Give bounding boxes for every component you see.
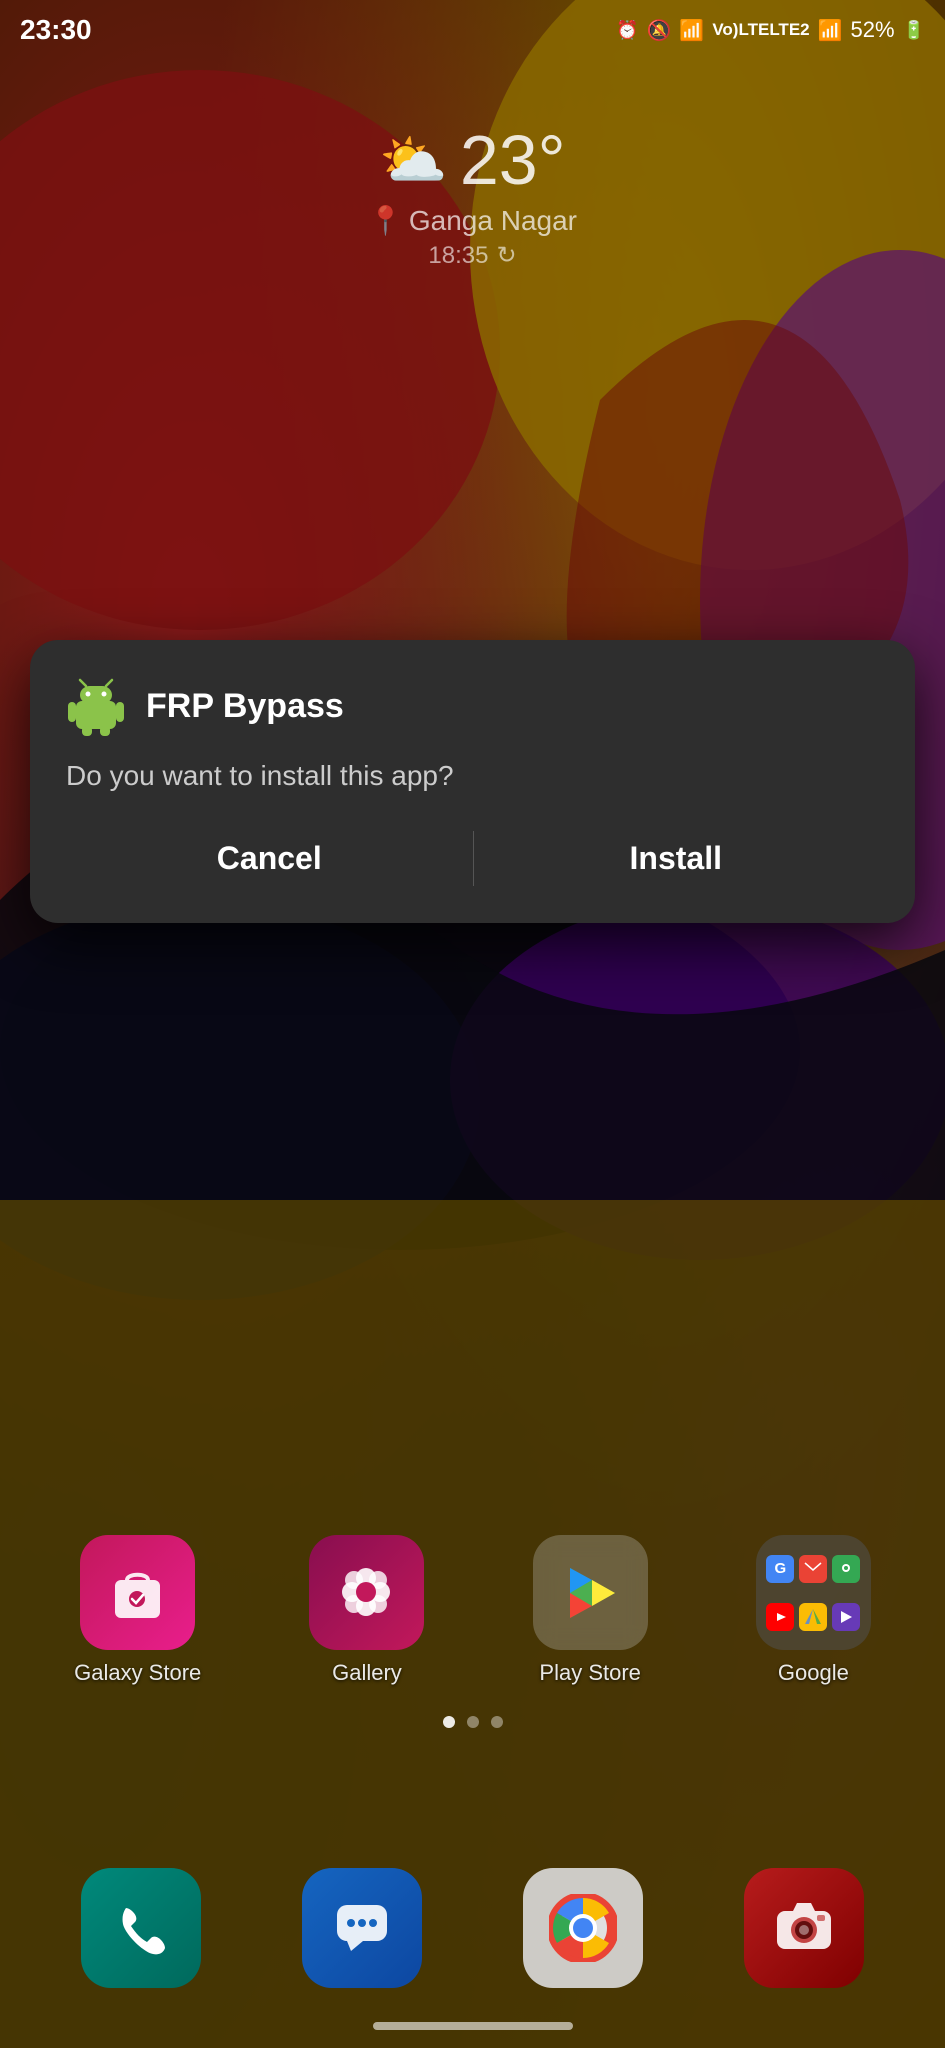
- youtube-icon: [766, 1603, 794, 1631]
- weather-row: ⛅ 23°: [379, 120, 565, 200]
- camera-icon: [744, 1868, 864, 1988]
- page-dot-1: [443, 1716, 455, 1728]
- page-dot-3: [491, 1716, 503, 1728]
- weather-temperature: 23°: [460, 120, 566, 200]
- google-folder-icon: G: [756, 1535, 871, 1650]
- cancel-button[interactable]: Cancel: [66, 824, 473, 893]
- play-store-icon: [533, 1535, 648, 1650]
- maps-icon: [832, 1555, 860, 1583]
- dialog-header: FRP Bypass: [66, 676, 879, 736]
- status-bar: 23:30 ⏰ 🔕 📶 Vo)LTELTE2 📶 52% 🔋: [0, 0, 945, 60]
- weather-widget: ⛅ 23° 📍 Ganga Nagar 18:35 ↻: [0, 120, 945, 270]
- messages-icon: [302, 1868, 422, 1988]
- page-indicators: [20, 1716, 925, 1728]
- messages-dock-item[interactable]: [302, 1868, 422, 1988]
- play-store-triangle-icon: [555, 1558, 625, 1628]
- google-g-icon: G: [766, 1555, 794, 1583]
- galaxy-store-icon: [80, 1535, 195, 1650]
- page-dot-2: [467, 1716, 479, 1728]
- weather-refresh-icon: ↻: [496, 241, 516, 270]
- signal-icon: 📶: [818, 18, 843, 43]
- galaxy-store-bag-icon: [105, 1560, 170, 1625]
- status-time: 23:30: [20, 14, 92, 46]
- location-pin-icon: 📍: [368, 204, 403, 237]
- phone-dock-item[interactable]: [81, 1868, 201, 1988]
- dialog-buttons: Cancel Install: [66, 824, 879, 893]
- google-folder-label: Google: [778, 1660, 849, 1686]
- dock: [0, 1868, 945, 1988]
- phone-icon: [81, 1868, 201, 1988]
- install-dialog: FRP Bypass Do you want to install this a…: [30, 640, 915, 923]
- play-store-label: Play Store: [539, 1660, 641, 1686]
- gmail-icon: [799, 1555, 827, 1583]
- mute-icon: 🔕: [647, 18, 672, 43]
- play-store-app[interactable]: Play Store: [533, 1535, 648, 1686]
- chrome-icon: [523, 1868, 643, 1988]
- google-folder-app[interactable]: G: [756, 1535, 871, 1686]
- dialog-app-name: FRP Bypass: [146, 687, 344, 726]
- app-row: Galaxy Store Gallery: [20, 1535, 925, 1686]
- lte-text: Vo)LTELTE2: [712, 20, 809, 40]
- weather-time: 18:35 ↻: [428, 241, 516, 270]
- dialog-divider: [473, 831, 474, 886]
- galaxy-store-label: Galaxy Store: [74, 1660, 201, 1686]
- location-name: Ganga Nagar: [409, 205, 577, 237]
- camera-lens-icon: [773, 1897, 835, 1959]
- wifi-icon: 📶: [679, 18, 704, 43]
- home-bar: [373, 2022, 573, 2030]
- camera-dock-item[interactable]: [744, 1868, 864, 1988]
- google-play-mini-icon: [832, 1603, 860, 1631]
- android-robot-icon: [66, 676, 126, 736]
- chrome-dock-item[interactable]: [523, 1868, 643, 1988]
- galaxy-store-app[interactable]: Galaxy Store: [74, 1535, 201, 1686]
- gallery-icon: [309, 1535, 424, 1650]
- alarm-icon: ⏰: [616, 20, 638, 41]
- battery-text: 52%: [851, 17, 895, 43]
- gallery-label: Gallery: [332, 1660, 402, 1686]
- weather-location: 📍 Ganga Nagar: [368, 204, 577, 237]
- gallery-flower-icon: [334, 1560, 399, 1625]
- phone-handset-icon: [111, 1898, 171, 1958]
- status-icons: ⏰ 🔕 📶 Vo)LTELTE2 📶 52% 🔋: [616, 17, 925, 43]
- battery-icon: 🔋: [903, 20, 925, 41]
- weather-clock-time: 18:35: [428, 242, 488, 270]
- install-button[interactable]: Install: [473, 824, 880, 893]
- chrome-circle-icon: [549, 1894, 617, 1962]
- dialog-question: Do you want to install this app?: [66, 760, 879, 792]
- weather-cloud-icon: ⛅: [379, 128, 447, 193]
- gallery-app[interactable]: Gallery: [309, 1535, 424, 1686]
- messages-bubble-icon: [331, 1897, 393, 1959]
- app-grid: Galaxy Store Gallery: [0, 1535, 945, 1768]
- drive-icon: [799, 1603, 827, 1631]
